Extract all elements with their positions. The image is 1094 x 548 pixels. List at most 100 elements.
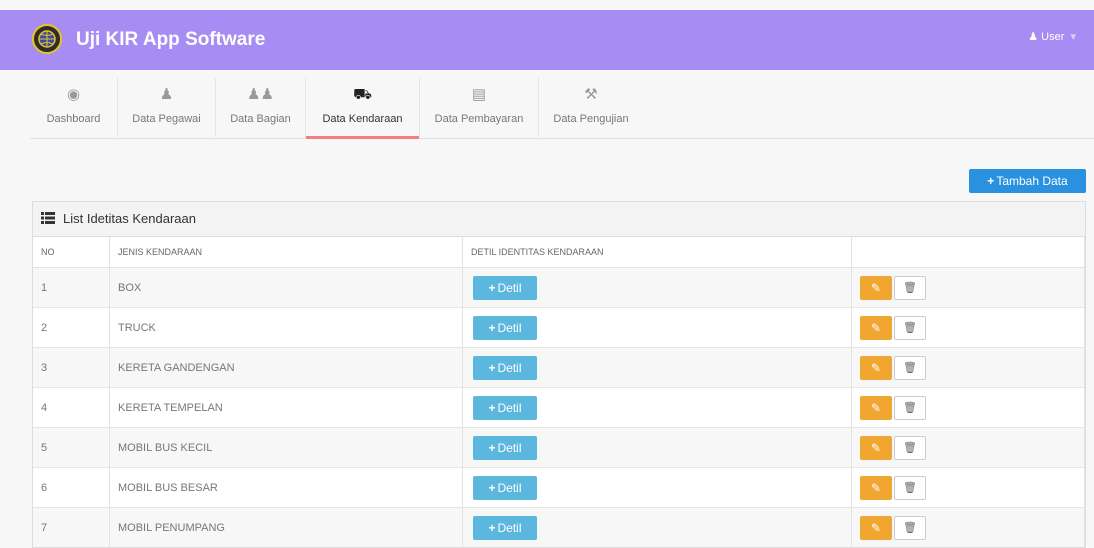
row-no: 2 [33,307,110,348]
edit-button[interactable]: ✎ [860,315,892,340]
detail-label: Detil [497,400,522,415]
main-nav: ◉ Dashboard ♟ Data Pegawai ♟♟ Data Bagia… [30,78,1094,139]
plus-icon: + [488,520,496,535]
pencil-icon: ✎ [870,480,882,495]
nav-data-bagian[interactable]: ♟♟ Data Bagian [216,78,306,137]
row-detil-cell: + Detil [462,307,852,348]
pencil-icon: ✎ [870,280,882,295]
table-header-row: NO JENIS KENDARAAN DETIL IDENTITAS KENDA… [33,237,1085,268]
row-detil-cell: + Detil [462,467,852,508]
add-data-button[interactable]: + Tambah Data [969,169,1086,193]
row-jenis: BOX [109,267,463,308]
users-icon: ♟♟ [247,86,274,103]
nav-data-pegawai-label: Data Pegawai [132,113,201,125]
add-data-label: Tambah Data [996,174,1068,188]
detail-button[interactable]: + Detil [473,435,537,460]
column-header-detil: DETIL IDENTITAS KENDARAAN [462,237,852,268]
detail-button[interactable]: + Detil [473,315,537,340]
caret-down-icon: ▾ [1070,31,1076,43]
user-menu[interactable]: ♟ User ▾ [1028,30,1076,43]
detail-button[interactable]: + Detil [473,475,537,500]
wrench-icon: ⚒ [584,86,598,103]
panel-header: List Idetitas Kendaraan [33,202,1085,237]
delete-button[interactable]: 🗑 [894,315,926,340]
vehicle-list-panel: List Idetitas Kendaraan NO JENIS KENDARA… [32,201,1086,548]
delete-button[interactable]: 🗑 [894,475,926,500]
detail-button[interactable]: + Detil [473,275,537,300]
edit-button[interactable]: ✎ [860,395,892,420]
row-detil-cell: + Detil [462,507,852,547]
plus-icon: + [488,360,496,375]
delete-button[interactable]: 🗑 [894,275,926,300]
dashboard-icon: ◉ [66,86,81,103]
detail-label: Detil [497,320,522,335]
table-row: 5 MOBIL BUS KECIL + Detil ✎ 🗑 [33,427,1085,468]
row-actions: ✎ 🗑 [851,347,1085,388]
delete-button[interactable]: 🗑 [894,515,926,540]
pencil-icon: ✎ [870,400,882,415]
row-jenis: TRUCK [109,307,463,348]
row-actions: ✎ 🗑 [851,467,1085,508]
money-icon: ▤ [471,86,487,103]
nav-dashboard[interactable]: ◉ Dashboard [30,78,118,137]
edit-button[interactable]: ✎ [860,355,892,380]
row-detil-cell: + Detil [462,427,852,468]
detail-button[interactable]: + Detil [473,515,537,540]
nav-data-pegawai[interactable]: ♟ Data Pegawai [118,78,216,137]
row-actions: ✎ 🗑 [851,507,1085,547]
top-bar: Uji KIR App Software ♟ User ▾ [0,10,1094,70]
truck-icon: ⛟ [353,86,372,103]
detail-label: Detil [497,520,522,535]
pencil-icon: ✎ [870,360,882,375]
edit-button[interactable]: ✎ [860,475,892,500]
table-row: 4 KERETA TEMPELAN + Detil ✎ 🗑 [33,387,1085,428]
trash-icon: 🗑 [903,401,917,414]
row-jenis: MOBIL BUS KECIL [109,427,463,468]
app-logo[interactable] [32,24,62,54]
pencil-icon: ✎ [870,440,882,455]
pencil-icon: ✎ [870,520,882,535]
panel-title: List Idetitas Kendaraan [63,211,196,226]
nav-data-kendaraan-label: Data Kendaraan [322,113,403,125]
row-no: 7 [33,507,110,547]
row-no: 6 [33,467,110,508]
delete-button[interactable]: 🗑 [894,395,926,420]
detail-label: Detil [497,360,522,375]
column-header-jenis: JENIS KENDARAAN [109,237,463,268]
user-icon: ♟ [159,86,174,103]
row-actions: ✎ 🗑 [851,307,1085,348]
table-row: 2 TRUCK + Detil ✎ 🗑 [33,307,1085,348]
edit-button[interactable]: ✎ [860,275,892,300]
vehicle-table: NO JENIS KENDARAAN DETIL IDENTITAS KENDA… [33,237,1085,547]
row-no: 1 [33,267,110,308]
delete-button[interactable]: 🗑 [894,435,926,460]
edit-button[interactable]: ✎ [860,515,892,540]
row-detil-cell: + Detil [462,267,852,308]
detail-button[interactable]: + Detil [473,355,537,380]
row-jenis: MOBIL BUS BESAR [109,467,463,508]
row-actions: ✎ 🗑 [851,387,1085,428]
delete-button[interactable]: 🗑 [894,355,926,380]
table-row: 1 BOX + Detil ✎ 🗑 [33,267,1085,308]
detail-label: Detil [497,440,522,455]
plus-icon: + [488,480,496,495]
row-jenis: KERETA TEMPELAN [109,387,463,428]
trash-icon: 🗑 [903,521,917,534]
table-row: 3 KERETA GANDENGAN + Detil ✎ 🗑 [33,347,1085,388]
nav-data-bagian-label: Data Bagian [230,113,291,125]
edit-button[interactable]: ✎ [860,435,892,460]
table-row: 7 MOBIL PENUMPANG + Detil ✎ 🗑 [33,507,1085,547]
globe-icon [38,30,56,48]
nav-dashboard-label: Dashboard [46,113,101,125]
plus-icon: + [488,440,496,455]
nav-data-pembayaran[interactable]: ▤ Data Pembayaran [420,78,539,137]
plus-icon: + [987,174,995,188]
nav-data-pengujian[interactable]: ⚒ Data Pengujian [539,78,643,137]
row-no: 3 [33,347,110,388]
pencil-icon: ✎ [870,320,882,335]
detail-button[interactable]: + Detil [473,395,537,420]
row-actions: ✎ 🗑 [851,427,1085,468]
trash-icon: 🗑 [903,441,917,454]
nav-data-kendaraan[interactable]: ⛟ Data Kendaraan [306,78,420,139]
plus-icon: + [488,400,496,415]
